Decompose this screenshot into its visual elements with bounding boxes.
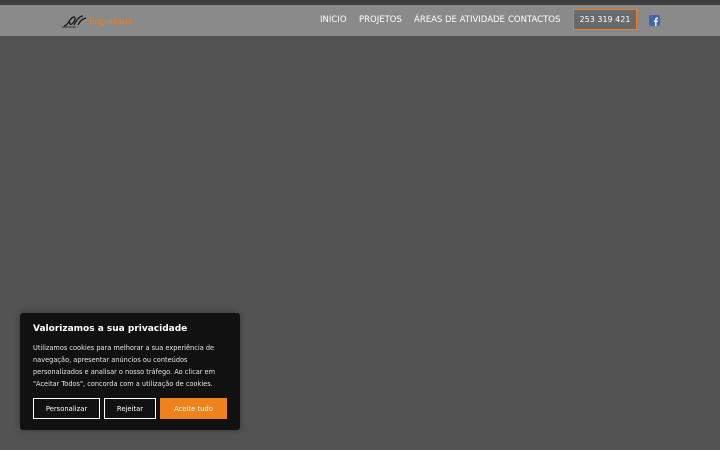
- accept-all-button[interactable]: Aceite tudo: [160, 398, 227, 419]
- cookie-description: Utilizamos cookies para melhorar a sua e…: [33, 344, 216, 388]
- cookie-consent-banner: Valorizamos a sua privacidade Utilizamos…: [20, 313, 240, 430]
- nav-link-projetos[interactable]: PROJETOS: [359, 15, 402, 25]
- site-header: Engenharia INICIO PROJETOS ÁREAS DE ATIV…: [0, 5, 720, 36]
- reject-button[interactable]: Rejeitar: [104, 398, 156, 419]
- nav-link-inicio[interactable]: INICIO: [320, 15, 347, 25]
- cookie-title: Valorizamos a sua privacidade: [33, 324, 188, 334]
- nav-link-contactos[interactable]: CONTACTOS: [508, 15, 560, 25]
- facebook-icon[interactable]: [649, 15, 660, 26]
- phone-button[interactable]: 253 319 421: [573, 9, 637, 30]
- customize-button[interactable]: Personalizar: [33, 398, 100, 419]
- nav-link-areas-de-atividade[interactable]: ÁREAS DE ATIVIDADE: [414, 15, 505, 25]
